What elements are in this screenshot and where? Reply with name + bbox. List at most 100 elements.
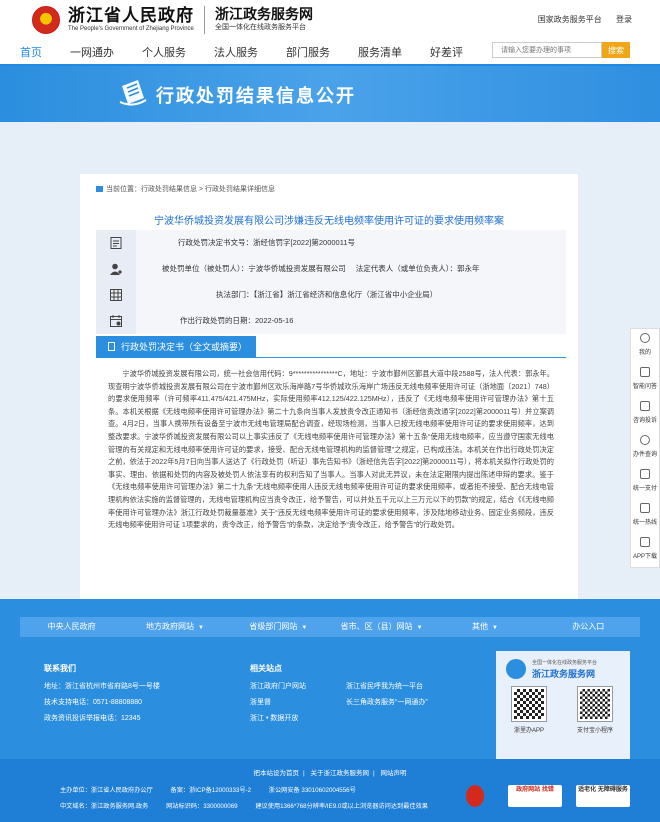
footer-link-local-gov[interactable]: 地方政府网站 ▼ bbox=[123, 617, 227, 637]
info-table: 行政处罚决定书文号：浙经信罚字[2022]第2000011号 被处罚单位（被处罚… bbox=[96, 230, 566, 334]
footer-bottom-links: 把本站设为首页 | 关于浙江政务服务网 | 网站声明 bbox=[253, 770, 407, 777]
side-smart-qa[interactable]: 智能问答 bbox=[631, 363, 659, 397]
app-name: 浙江政务服务网 bbox=[532, 669, 596, 679]
national-platform-link[interactable]: 国家政务服务平台 bbox=[538, 15, 602, 24]
side-payment[interactable]: 统一支付 bbox=[631, 465, 659, 499]
footer-info-row: 主办单位：浙江省人民政府办公厅 备案：浙ICP备12000333号-2 浙公网安… bbox=[60, 785, 372, 794]
contact-title: 联系我们 bbox=[44, 664, 76, 673]
side-case-query[interactable]: 办件查询 bbox=[631, 431, 659, 465]
side-my[interactable]: 我的 bbox=[631, 329, 659, 363]
footer-bottom: 把本站设为首页 | 关于浙江政务服务网 | 网站声明 主办单位：浙江省人民政府办公厅… bbox=[0, 759, 660, 822]
nav-legal-person[interactable]: 法人服务 bbox=[214, 44, 258, 62]
footer-link-provincial-dept[interactable]: 省级部门网站 ▼ bbox=[226, 617, 330, 637]
side-complaint[interactable]: 咨询投诉 bbox=[631, 397, 659, 431]
date-label: 作出行政处罚的日期： bbox=[180, 316, 255, 325]
related-link[interactable]: 长三角政务服务“一网通办” bbox=[346, 695, 442, 711]
side-app-download[interactable]: APP下载 bbox=[631, 533, 659, 567]
related-link[interactable]: 浙江政府门户网站 bbox=[250, 679, 346, 695]
qr-code-icon bbox=[511, 686, 547, 722]
building-icon bbox=[110, 289, 122, 301]
nav-department[interactable]: 部门服务 bbox=[286, 44, 330, 62]
related-link[interactable]: 浙江省民呼我为统一平台 bbox=[346, 679, 442, 695]
site-logo[interactable]: 浙江省人民政府 The People's Government of Zheji… bbox=[32, 6, 313, 34]
nav-service-list[interactable]: 服务清单 bbox=[358, 44, 402, 62]
info-row-party: 被处罚单位（被处罚人）：宁波华侨城投资发展有限公司 法定代表人（或单位负责人）：郭… bbox=[96, 256, 566, 282]
set-homepage-link[interactable]: 把本站设为首页 bbox=[254, 770, 300, 777]
contact-complaint-phone: 政务资讯投诉举报电话：12345 bbox=[44, 715, 141, 722]
search-button[interactable]: 搜索 bbox=[602, 42, 630, 58]
related-title: 相关站点 bbox=[250, 664, 282, 673]
site-id-text: 网站标识码：3300000069 bbox=[166, 803, 238, 810]
info-row-agency: 执法部门：【浙江省】浙江省经济和信息化厅（浙江省中小企业局） bbox=[96, 282, 566, 308]
agency-value: 【浙江省】浙江省经济和信息化厅（浙江省中小企业局） bbox=[253, 290, 438, 299]
payment-icon bbox=[640, 469, 650, 479]
related-sites: 相关站点 浙江政府门户网站 浙里督 浙江 • 数据开放 浙江省民呼我为统一平台 … bbox=[250, 661, 442, 727]
nav-one-stop[interactable]: 一网通办 bbox=[70, 44, 114, 62]
document-icon bbox=[119, 80, 147, 106]
national-emblem-icon bbox=[32, 6, 60, 34]
nav-home[interactable]: 首页 bbox=[20, 44, 42, 62]
legal-rep-value: 郭永年 bbox=[457, 264, 480, 273]
contact-address: 地址：浙江省杭州市省府路8号一号楼 bbox=[44, 683, 160, 690]
gov-site-error-badge[interactable]: 政府网站 找错 bbox=[508, 785, 562, 807]
document-icon bbox=[108, 342, 115, 351]
breadcrumb-text[interactable]: 当前位置：行政处罚结果信息 > 行政处罚结果详细信息 bbox=[106, 186, 275, 193]
nav-rating[interactable]: 好差评 bbox=[430, 44, 463, 62]
footer-link-office[interactable]: 办公入口 bbox=[536, 617, 640, 637]
gov-name: 浙江省人民政府 The People's Government of Zheji… bbox=[68, 7, 194, 34]
party-label: 被处罚单位（被处罚人）： bbox=[162, 264, 249, 273]
breadcrumb: 当前位置：行政处罚结果信息 > 行政处罚结果详细信息 bbox=[96, 184, 275, 194]
police-record-text[interactable]: 浙公网安备 33010602004556号 bbox=[269, 787, 356, 794]
app-subtitle: 全国一体化在线政务服务平台 bbox=[532, 660, 598, 666]
accessibility-badge[interactable]: 适老化 无障碍服务 bbox=[576, 785, 630, 807]
related-link[interactable]: 浙里督 bbox=[250, 695, 346, 711]
side-hotline[interactable]: 统一热线 bbox=[631, 499, 659, 533]
decision-tab-label: 行政处罚决定书（全文或摘要） bbox=[121, 342, 248, 352]
decision-text: 宁波华侨城投资发展有限公司，统一社会信用代码：9****************… bbox=[108, 369, 554, 530]
nav-personal[interactable]: 个人服务 bbox=[142, 44, 186, 62]
statement-link[interactable]: 网站声明 bbox=[381, 770, 407, 777]
user-icon bbox=[110, 263, 122, 275]
service-name-sub: 全国一体化在线政务服务平台 bbox=[215, 24, 306, 31]
contact-us: 联系我们 地址：浙江省杭州市省府路8号一号楼 技术支持电话：0571-88808… bbox=[44, 661, 160, 727]
document-list-icon bbox=[110, 237, 122, 249]
calendar-icon bbox=[110, 315, 122, 327]
side-widget: 我的 智能问答 咨询投诉 办件查询 统一支付 统一热线 APP下载 bbox=[630, 328, 660, 568]
agency-label: 执法部门： bbox=[216, 290, 254, 299]
search-box: 搜索 bbox=[492, 42, 630, 58]
footer-info-row: 中文域名：浙江政务服务网.政务 网站标识码：3300000069 建议使用136… bbox=[60, 801, 444, 810]
date-value: 2022-05-16 bbox=[255, 316, 294, 325]
doc-no-value: 浙经信罚字[2022]第2000011号 bbox=[253, 238, 355, 247]
logo-divider bbox=[204, 6, 205, 34]
info-row-doc-no: 行政处罚决定书文号：浙经信罚字[2022]第2000011号 bbox=[96, 230, 566, 256]
search-input[interactable] bbox=[492, 42, 602, 58]
footer: 中央人民政府 地方政府网站 ▼ 省级部门网站 ▼ 省市、区（县）网站 ▼ 其他 ▼ 办公… bbox=[0, 599, 660, 822]
home-icon bbox=[96, 186, 103, 192]
contact-tech-phone: 技术支持电话：0571-88808880 bbox=[44, 699, 143, 706]
footer-link-central-gov[interactable]: 中央人民政府 bbox=[20, 617, 124, 637]
gov-name-cn: 浙江省人民政府 bbox=[68, 5, 194, 26]
page-banner: 行政处罚结果信息公开 bbox=[0, 66, 660, 122]
download-icon bbox=[640, 537, 650, 547]
main-nav: 首页 一网通办 个人服务 法人服务 部门服务 服务清单 好差评 搜索 bbox=[0, 40, 660, 66]
app-logo-icon bbox=[506, 659, 526, 679]
qr-caption-app: 浙里办APP bbox=[513, 728, 544, 734]
about-link[interactable]: 关于浙江政务服务网 bbox=[311, 770, 370, 777]
chat-icon bbox=[640, 367, 650, 377]
browser-tip-text: 建议使用1366*768分辨率/IE9.0或以上浏览器访问达到最佳效果 bbox=[255, 803, 428, 810]
icp-text[interactable]: 备案：浙ICP备12000333号-2 bbox=[171, 787, 251, 794]
footer-link-other[interactable]: 其他 ▼ bbox=[433, 617, 537, 637]
login-link[interactable]: 登录 bbox=[616, 15, 632, 24]
domain-text: 中文域名：浙江政务服务网.政务 bbox=[60, 803, 149, 810]
footer-link-city-county[interactable]: 省市、区（县）网站 ▼ bbox=[329, 617, 434, 637]
party-emblem-icon[interactable] bbox=[466, 785, 484, 807]
decision-tab: 行政处罚决定书（全文或摘要） bbox=[96, 336, 256, 358]
chevron-down-icon: ▼ bbox=[198, 625, 204, 631]
clock-icon bbox=[640, 435, 650, 445]
info-row-date: 作出行政处罚的日期：2022-05-16 bbox=[96, 308, 566, 334]
alert-icon bbox=[640, 401, 650, 411]
page-title: 宁波华侨城投资发展有限公司涉嫌违反无线电频率使用许可证的要求使用频率案 bbox=[154, 216, 504, 227]
chevron-down-icon: ▼ bbox=[492, 625, 498, 631]
service-name: 浙江政务服务网 全国一体化在线政务服务平台 bbox=[215, 7, 313, 33]
related-link[interactable]: 浙江 • 数据开放 bbox=[250, 711, 346, 727]
